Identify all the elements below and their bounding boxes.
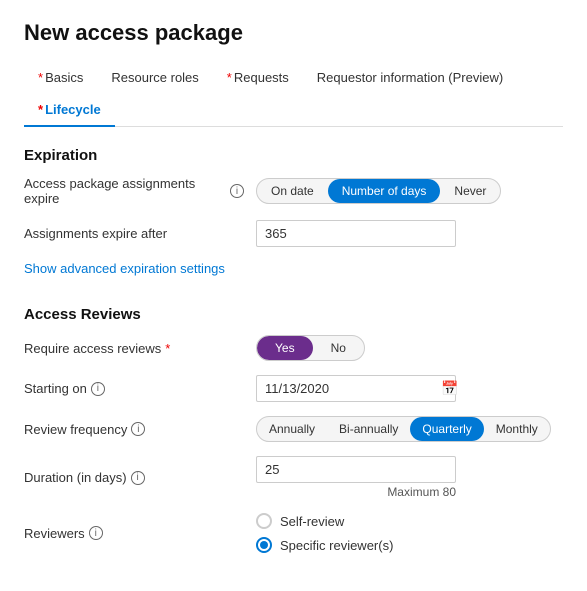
specific-reviewer-label: Specific reviewer(s) <box>280 538 393 553</box>
duration-label: Duration (in days) i <box>24 470 244 485</box>
reviewers-label: Reviewers i <box>24 526 244 541</box>
required-star-lifecycle: * <box>38 102 43 117</box>
tab-requests[interactable]: *Requests <box>213 62 303 95</box>
expire-toggle-group: On date Number of days Never <box>256 178 501 204</box>
duration-row: Duration (in days) i Maximum 80 <box>24 456 563 499</box>
annually-btn[interactable]: Annually <box>257 417 327 441</box>
tab-requestor-info[interactable]: Requestor information (Preview) <box>303 62 517 95</box>
assignments-expire-info-icon[interactable]: i <box>230 184 244 198</box>
starting-on-control: 📅 <box>256 375 563 402</box>
yes-no-toggle: Yes No <box>256 335 365 361</box>
number-of-days-btn[interactable]: Number of days <box>328 179 441 203</box>
assignments-expire-after-row: Assignments expire after <box>24 220 563 247</box>
review-frequency-row: Review frequency i Annually Bi-annually … <box>24 416 563 442</box>
require-access-reviews-control: Yes No <box>256 335 563 361</box>
assignments-expire-after-label: Assignments expire after <box>24 226 244 241</box>
required-star-reviews: * <box>165 341 170 356</box>
review-frequency-control: Annually Bi-annually Quarterly Monthly <box>256 416 563 442</box>
never-btn[interactable]: Never <box>440 179 500 203</box>
reviewers-info-icon[interactable]: i <box>89 526 103 540</box>
yes-btn[interactable]: Yes <box>257 336 313 360</box>
duration-input[interactable] <box>256 456 456 483</box>
max-label: Maximum 80 <box>256 485 456 499</box>
tab-basics[interactable]: *Basics <box>24 62 97 95</box>
starting-on-row: Starting on i 📅 <box>24 375 563 402</box>
calendar-icon[interactable]: 📅 <box>441 380 458 397</box>
assignments-expire-label: Access package assignments expire i <box>24 176 244 206</box>
tab-lifecycle[interactable]: *Lifecycle <box>24 94 115 127</box>
assignments-expire-after-control <box>256 220 563 247</box>
page-title: New access package <box>24 20 563 46</box>
require-access-reviews-row: Require access reviews * Yes No <box>24 335 563 361</box>
required-star-requests: * <box>227 70 232 85</box>
starting-on-input[interactable] <box>265 381 441 396</box>
expiration-title: Expiration <box>24 147 563 164</box>
no-btn[interactable]: No <box>313 336 364 360</box>
duration-info-icon[interactable]: i <box>131 471 145 485</box>
self-review-option[interactable]: Self-review <box>256 513 563 529</box>
access-reviews-section: Access Reviews Require access reviews * … <box>24 306 563 553</box>
assignments-expire-row: Access package assignments expire i On d… <box>24 176 563 206</box>
quarterly-btn[interactable]: Quarterly <box>410 417 483 441</box>
reviewers-radio-group: Self-review Specific reviewer(s) <box>256 513 563 553</box>
starting-on-info-icon[interactable]: i <box>91 382 105 396</box>
starting-on-label: Starting on i <box>24 381 244 396</box>
self-review-label: Self-review <box>280 514 344 529</box>
date-input-wrapper[interactable]: 📅 <box>256 375 456 402</box>
page-container: New access package *Basics Resource role… <box>0 0 587 591</box>
frequency-toggle-group: Annually Bi-annually Quarterly Monthly <box>256 416 551 442</box>
on-date-btn[interactable]: On date <box>257 179 328 203</box>
tab-resource-roles[interactable]: Resource roles <box>97 62 212 95</box>
self-review-radio[interactable] <box>256 513 272 529</box>
review-frequency-label: Review frequency i <box>24 422 244 437</box>
duration-control: Maximum 80 <box>256 456 563 499</box>
nav-tabs: *Basics Resource roles *Requests Request… <box>24 62 563 127</box>
require-access-reviews-label: Require access reviews * <box>24 341 244 356</box>
expiration-section: Expiration Access package assignments ex… <box>24 147 563 292</box>
monthly-btn[interactable]: Monthly <box>484 417 550 441</box>
bi-annually-btn[interactable]: Bi-annually <box>327 417 410 441</box>
review-frequency-info-icon[interactable]: i <box>131 422 145 436</box>
assignments-expire-control: On date Number of days Never <box>256 178 563 204</box>
show-advanced-link[interactable]: Show advanced expiration settings <box>24 261 225 276</box>
specific-reviewer-option[interactable]: Specific reviewer(s) <box>256 537 563 553</box>
access-reviews-title: Access Reviews <box>24 306 563 323</box>
required-star: * <box>38 70 43 85</box>
reviewers-row: Reviewers i Self-review Specific reviewe… <box>24 513 563 553</box>
assignments-expire-after-input[interactable] <box>256 220 456 247</box>
reviewers-control: Self-review Specific reviewer(s) <box>256 513 563 553</box>
specific-reviewer-radio[interactable] <box>256 537 272 553</box>
